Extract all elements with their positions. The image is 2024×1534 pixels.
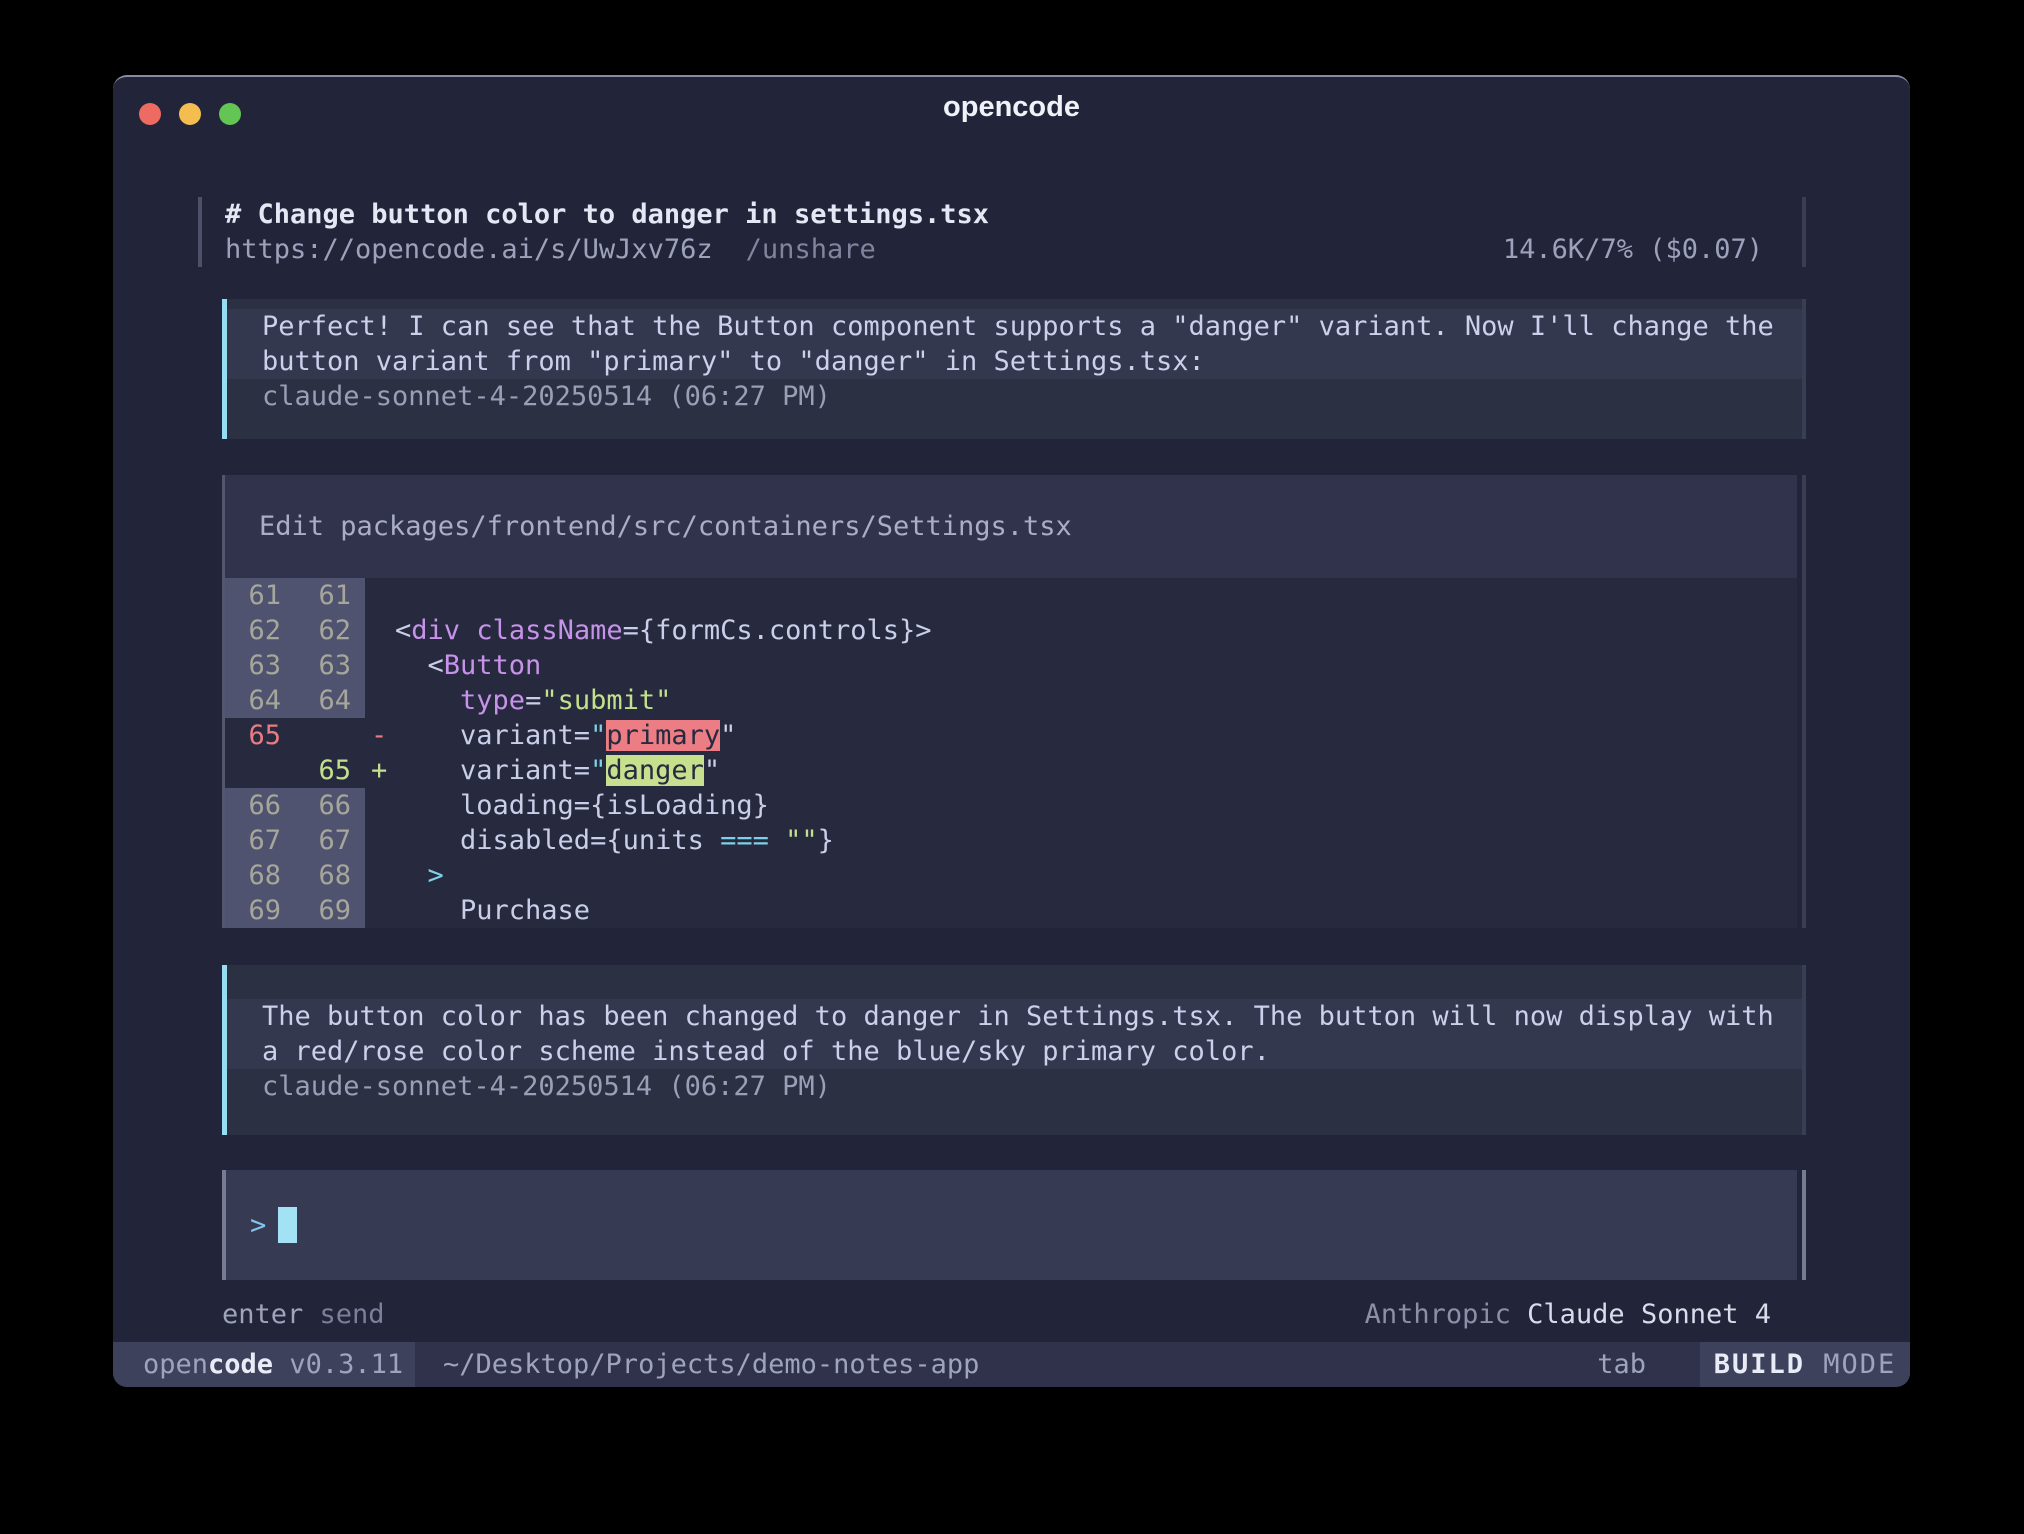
message-text-line: The button color has been changed to dan… [227,999,1806,1034]
text-cursor [278,1207,297,1243]
message-text-line: Perfect! I can see that the Button compo… [227,309,1806,344]
new-line-number: 67 [295,823,365,858]
diff-row: 6161 [225,578,1797,613]
send-hint: send [303,1297,384,1332]
diff-marker: - [365,718,395,753]
diff-row: 6767 disabled={units === ""} [225,823,1797,858]
old-line-number: 62 [225,613,295,648]
code-line: > [395,858,1797,893]
opencode-window: opencode # Change button color to danger… [113,75,1910,1387]
diff-row: 6666 loading={isLoading} [225,788,1797,823]
old-line-number: 69 [225,893,295,928]
new-line-number: 64 [295,683,365,718]
diff-rows: 61616262 <div className={formCs.controls}… [225,578,1797,928]
code-line: variant="danger" [395,753,1797,788]
token-usage-stats: 14.6K/7% ($0.07) [1503,232,1763,267]
new-line-number: 68 [295,858,365,893]
message-right-border [1802,965,1806,1135]
code-line: Purchase [395,893,1797,928]
session-title: # Change button color to danger in setti… [225,197,989,232]
diff-row: 6262 <div className={formCs.controls}> [225,613,1797,648]
code-line: variant="primary" [395,718,1797,753]
code-line [395,578,1797,613]
code-line: loading={isLoading} [395,788,1797,823]
message-meta: claude-sonnet-4-20250514 (06:27 PM) [227,379,1806,414]
share-url-link[interactable]: https://opencode.ai/s/UwJxv76z [225,232,713,267]
diff-row: 6464 type="submit" [225,683,1797,718]
mode-suffix: MODE [1805,1349,1896,1380]
old-line-number: 63 [225,648,295,683]
diff-row: 6969 Purchase [225,893,1797,928]
diff-marker [365,823,395,858]
old-line-number: 61 [225,578,295,613]
diff-marker [365,648,395,683]
diff-marker [365,858,395,893]
diff-marker: + [365,753,395,788]
mode-chip[interactable]: BUILD MODE [1700,1342,1910,1387]
old-line-number: 67 [225,823,295,858]
old-line-number: 65 [225,718,295,753]
app-version: v0.3.11 [273,1349,403,1380]
input-footer: enter send Anthropic Claude Sonnet 4 [222,1297,1797,1332]
tab-key-hint: tab [1597,1349,1646,1380]
message-right-border [1802,299,1806,439]
new-line-number: 62 [295,613,365,648]
session-header-right-border [1802,197,1806,267]
mode-name: BUILD [1714,1349,1805,1380]
unshare-command[interactable]: /unshare [746,232,876,267]
app-name-bold: code [208,1349,273,1380]
diff-row: 65+ variant="danger" [225,753,1797,788]
new-line-number: 61 [295,578,365,613]
code-line: <div className={formCs.controls}> [395,613,1797,648]
new-line-number: 65 [295,753,365,788]
app-version-chip: opencode v0.3.11 [113,1342,415,1387]
diff-row: 6363 <Button [225,648,1797,683]
input-right-border [1802,1170,1806,1280]
code-line: type="submit" [395,683,1797,718]
old-line-number: 64 [225,683,295,718]
assistant-message: Perfect! I can see that the Button compo… [222,299,1806,439]
new-line-number: 63 [295,648,365,683]
diff-marker [365,893,395,928]
status-bar: opencode v0.3.11 ~/Desktop/Projects/demo… [113,1342,1910,1387]
new-line-number: 69 [295,893,365,928]
old-line-number: 66 [225,788,295,823]
new-line-number [295,718,365,753]
enter-key-hint: enter [222,1297,303,1332]
diff-marker [365,578,395,613]
diff-row: 65 - variant="primary" [225,718,1797,753]
code-line: <Button [395,648,1797,683]
prompt-input[interactable]: > [222,1170,1797,1280]
new-line-number: 66 [295,788,365,823]
diff-row: 6868 > [225,858,1797,893]
old-line-number: 68 [225,858,295,893]
diff-right-border [1802,475,1806,928]
title-bar: opencode [113,77,1910,137]
app-name-light: open [143,1349,208,1380]
provider-label: Anthropic [1365,1297,1528,1332]
working-directory: ~/Desktop/Projects/demo-notes-app [443,1349,979,1380]
edit-diff-card: Edit packages/frontend/src/containers/Se… [222,475,1797,928]
session-header: # Change button color to danger in setti… [198,197,1803,267]
message-text-line: button variant from "primary" to "danger… [227,344,1806,379]
message-meta: claude-sonnet-4-20250514 (06:27 PM) [227,1069,1806,1104]
code-line: disabled={units === ""} [395,823,1797,858]
prompt-symbol: > [250,1210,266,1241]
diff-file-header: Edit packages/frontend/src/containers/Se… [225,475,1797,578]
diff-marker [365,683,395,718]
diff-marker [365,788,395,823]
diff-marker [365,613,395,648]
message-text-line: a red/rose color scheme instead of the b… [227,1034,1806,1069]
old-line-number [225,753,295,788]
model-label[interactable]: Claude Sonnet 4 [1527,1297,1771,1332]
window-title: opencode [113,77,1910,137]
assistant-message: The button color has been changed to dan… [222,965,1806,1135]
